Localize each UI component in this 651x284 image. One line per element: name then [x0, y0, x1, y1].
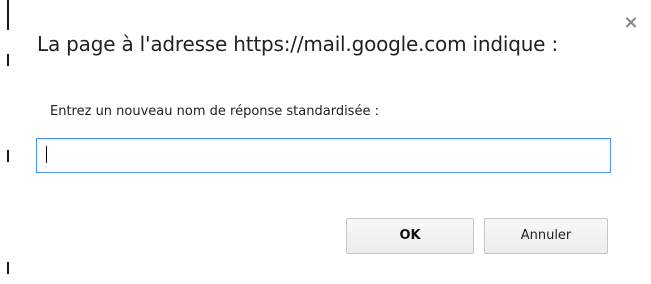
cancel-button[interactable]: Annuler: [484, 218, 608, 254]
ok-button[interactable]: OK: [346, 218, 474, 254]
close-icon[interactable]: ×: [623, 14, 639, 32]
prompt-input[interactable]: [36, 138, 611, 173]
background-window-edge: [7, 0, 10, 284]
dialog-title: La page à l'adresse https://mail.google.…: [37, 32, 558, 56]
text-caret: [46, 146, 47, 163]
edge-mark: [7, 150, 9, 162]
edge-mark: [7, 54, 9, 66]
edge-mark: [7, 0, 9, 30]
edge-mark: [7, 262, 9, 274]
prompt-label: Entrez un nouveau nom de réponse standar…: [50, 104, 379, 119]
